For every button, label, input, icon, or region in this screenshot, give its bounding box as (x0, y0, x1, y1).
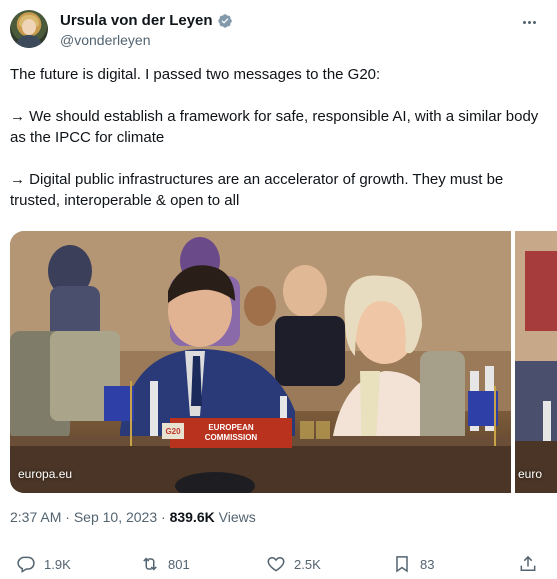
tweet-paragraph-3: → Digital public infrastructures are an … (10, 171, 504, 209)
tweet-paragraph-2: → We should establish a framework for sa… (10, 108, 539, 146)
tweet-media: EUROPEAN COMMISSION G20 europa.eu euro (10, 231, 557, 493)
reply-button[interactable]: 1.9K (16, 552, 71, 576)
tweet-paragraph-1: The future is digital. I passed two mess… (10, 66, 381, 83)
tweet-date[interactable]: Sep 10, 2023 (74, 509, 157, 525)
bookmark-button[interactable]: 83 (392, 552, 434, 576)
share-button[interactable] (518, 552, 538, 576)
views-label: Views (218, 509, 256, 525)
repost-count: 801 (168, 556, 190, 572)
tweet-header: Ursula von der Leyen @vonderleyen (10, 10, 547, 52)
meta-separator-2: · (161, 509, 166, 525)
like-count: 2.5K (294, 556, 321, 572)
media-photo-1[interactable]: EUROPEAN COMMISSION G20 europa.eu (10, 231, 511, 493)
like-button[interactable]: 2.5K (266, 552, 321, 576)
media-photo-2[interactable]: euro (515, 231, 557, 493)
author-avatar[interactable] (10, 10, 48, 48)
tweet-time[interactable]: 2:37 AM (10, 509, 61, 525)
media-source-label-2: euro (518, 467, 543, 481)
repost-icon (143, 557, 157, 571)
tweet-meta: 2:37 AM · Sep 10, 2023 · 839.6K Views (10, 509, 256, 525)
photo-illustration: EUROPEAN COMMISSION G20 (10, 231, 511, 493)
tweet-text: The future is digital. I passed two mess… (10, 64, 547, 211)
nameplate-line2: COMMISSION (205, 433, 258, 442)
views-count: 839.6K (169, 509, 215, 525)
heart-icon (267, 556, 285, 572)
more-options-icon[interactable] (517, 12, 541, 32)
media-source-label: europa.eu (18, 467, 73, 481)
nameplate-line1: EUROPEAN (208, 423, 254, 432)
photo-2-illustration (515, 231, 557, 493)
reply-count: 1.9K (44, 556, 71, 572)
bookmark-icon (396, 556, 408, 573)
meta-separator: · (65, 509, 70, 525)
author-handle[interactable]: @vonderleyen (60, 32, 151, 48)
verified-badge-icon (217, 13, 233, 29)
tweet-actions: 1.9K 801 2.5K 83 (10, 552, 547, 576)
author-name-row: Ursula von der Leyen (60, 12, 233, 29)
bookmark-count: 83 (420, 556, 435, 572)
repost-button[interactable]: 801 (140, 552, 190, 576)
reply-icon (17, 556, 35, 573)
author-name[interactable]: Ursula von der Leyen (60, 12, 213, 29)
g20-logo: G20 (165, 427, 181, 436)
share-icon (520, 555, 536, 571)
